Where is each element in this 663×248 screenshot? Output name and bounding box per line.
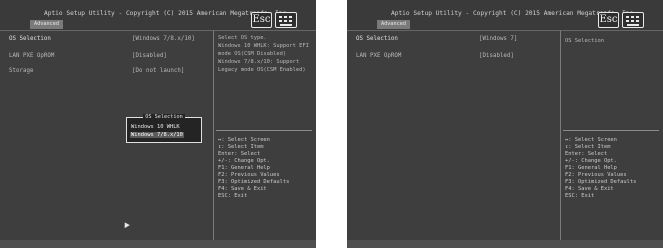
bios-screen-right: Aptio Setup Utility - Copyright (C) 2015… — [347, 0, 663, 248]
tab-advanced[interactable]: Advanced — [377, 20, 410, 29]
setting-value-storage[interactable]: [Do not launch] — [132, 68, 184, 74]
keyboard-icon[interactable] — [275, 12, 297, 28]
help-line: OS Selection — [565, 38, 604, 44]
key-legend: ↔: Select Screen ↕: Select Item Enter: S… — [214, 134, 316, 234]
setting-value-lan-pxe-oprom[interactable]: [Disabled] — [479, 53, 514, 59]
setting-value-os-selection[interactable]: [Windows 7] — [479, 36, 517, 42]
key-hint: F3: Optimized Defaults — [218, 179, 290, 185]
os-selection-popup: OS Selection Windows 10 WHLK Windows 7/8… — [126, 114, 202, 143]
help-line: Legacy mode OS(CSM Enabled) — [218, 67, 306, 73]
footer-bar — [0, 240, 316, 248]
key-hint: F3: Optimized Defaults — [565, 179, 637, 185]
help-line: Windows 10 WHLK: Support EFI — [218, 43, 309, 49]
key-hint: ↕: Select Item — [218, 144, 264, 150]
settings-list: OS Selection [Windows 7] LAN PXE OpROM [… — [347, 30, 561, 240]
key-hint: F1: General Help — [565, 165, 617, 171]
help-line: Windows 7/8.x/10: Support — [218, 59, 300, 65]
footer-bar — [347, 240, 663, 248]
key-hint: +/-: Change Opt. — [218, 158, 270, 164]
key-hint: F1: General Help — [218, 165, 270, 171]
setting-label-lan-pxe-oprom[interactable]: LAN PXE OpROM — [9, 53, 54, 59]
key-hint: F4: Save & Exit — [565, 186, 614, 192]
key-legend: ↔: Select Screen ↕: Select Item Enter: S… — [561, 134, 663, 234]
keyboard-icon[interactable] — [622, 12, 644, 28]
popup-option-windows-7-8-10[interactable]: Windows 7/8.x/10 — [130, 132, 184, 138]
help-divider — [216, 130, 312, 131]
key-hint: F4: Save & Exit — [218, 186, 267, 192]
title-bar: Aptio Setup Utility - Copyright (C) 2015… — [347, 0, 663, 30]
help-line: mode OS(CSM Disabled) — [218, 51, 287, 57]
key-hint: Enter: Select — [565, 151, 608, 157]
title-bar: Aptio Setup Utility - Copyright (C) 2015… — [0, 0, 316, 30]
key-hint: ESC: Exit — [565, 193, 595, 199]
popup-title: OS Selection — [143, 114, 185, 120]
esc-button[interactable]: Esc — [598, 12, 619, 28]
key-hint: +/-: Change Opt. — [565, 158, 617, 164]
bios-screen-left: Aptio Setup Utility - Copyright (C) 2015… — [0, 0, 316, 248]
key-hint: ↕: Select Item — [565, 144, 611, 150]
help-panel: OS Selection — [561, 30, 663, 130]
key-hint: F2: Previous Values — [218, 172, 280, 178]
key-hint: ↔: Select Screen — [565, 137, 617, 143]
popup-option-windows-10-whlk[interactable]: Windows 10 WHLK — [130, 124, 181, 130]
help-line: Select OS type. — [218, 35, 267, 41]
help-panel: Select OS type. Windows 10 WHLK: Support… — [214, 30, 316, 130]
setting-label-os-selection[interactable]: OS Selection — [9, 36, 51, 42]
setting-label-storage[interactable]: Storage — [9, 68, 33, 74]
key-hint: ESC: Exit — [218, 193, 248, 199]
setting-value-lan-pxe-oprom[interactable]: [Disabled] — [132, 53, 167, 59]
setting-value-os-selection[interactable]: [Windows 7/8.x/10] — [132, 36, 195, 42]
key-hint: F2: Previous Values — [565, 172, 627, 178]
setting-label-os-selection[interactable]: OS Selection — [356, 36, 398, 42]
esc-button[interactable]: Esc — [251, 12, 272, 28]
key-hint: Enter: Select — [218, 151, 261, 157]
setting-label-lan-pxe-oprom[interactable]: LAN PXE OpROM — [356, 53, 401, 59]
help-divider — [563, 130, 659, 131]
tab-advanced[interactable]: Advanced — [30, 20, 63, 29]
key-hint: ↔: Select Screen — [218, 137, 270, 143]
